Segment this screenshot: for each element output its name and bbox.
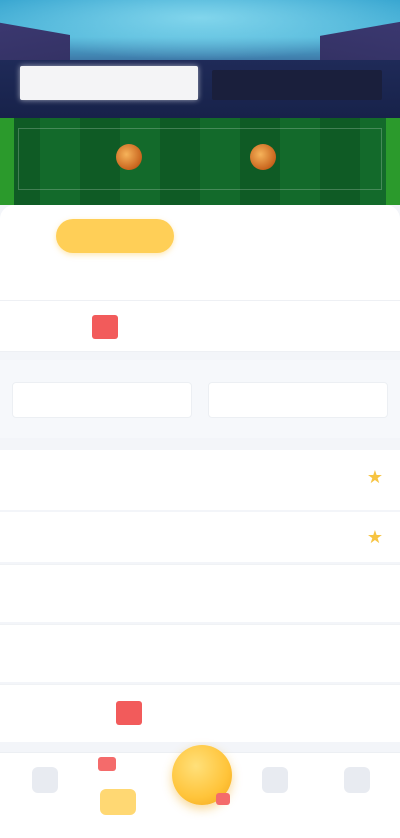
info-card-right[interactable] xyxy=(208,382,388,418)
tab-3[interactable] xyxy=(282,219,362,253)
star-icon[interactable]: ★ xyxy=(364,466,386,488)
tab-bar xyxy=(0,205,400,263)
team-right-badge-icon xyxy=(250,144,276,170)
app-screen: ★ ★ xyxy=(0,0,400,838)
odds-row[interactable] xyxy=(0,300,400,352)
nav-item-4[interactable] xyxy=(322,767,392,801)
list-header: ★ xyxy=(0,512,400,562)
home-icon xyxy=(32,767,58,793)
team-left-badge-icon xyxy=(116,144,142,170)
tab-1-active[interactable] xyxy=(56,219,174,253)
tab-2[interactable] xyxy=(196,219,266,253)
nav-item-3[interactable] xyxy=(240,767,310,801)
odds-highlight-badge xyxy=(92,315,118,339)
stadium-scoreboard xyxy=(212,70,382,100)
nav-item-0[interactable] xyxy=(10,767,80,801)
promo-row[interactable]: ★ xyxy=(0,450,400,510)
section-header xyxy=(0,263,400,301)
row-highlight-badge xyxy=(116,701,142,725)
match-hero-banner[interactable] xyxy=(0,0,400,205)
bottom-nav-bar xyxy=(0,745,400,838)
table-row[interactable] xyxy=(0,624,400,682)
match-row xyxy=(0,140,400,176)
star-icon[interactable]: ★ xyxy=(364,526,386,548)
chart-icon xyxy=(262,767,288,793)
info-row xyxy=(0,360,400,438)
notification-badge xyxy=(216,793,230,805)
gift-icon[interactable] xyxy=(100,789,136,815)
notification-badge xyxy=(98,757,116,771)
table-row[interactable] xyxy=(0,564,400,622)
profile-icon xyxy=(344,767,370,793)
tab-0[interactable] xyxy=(8,219,54,253)
table-row[interactable] xyxy=(0,684,400,742)
info-card-left[interactable] xyxy=(12,382,192,418)
stadium-advert-board xyxy=(20,66,198,100)
